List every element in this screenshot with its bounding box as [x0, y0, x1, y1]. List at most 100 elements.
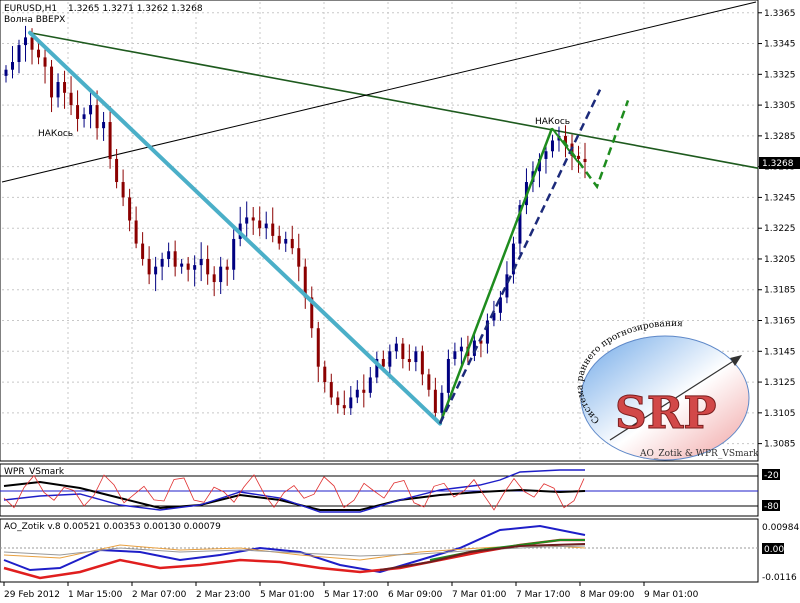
- time-tick-label: 5 Mar 17:00: [324, 590, 379, 600]
- time-tick-label: 7 Mar 17:00: [516, 590, 571, 600]
- candle-body: [180, 263, 184, 267]
- price-tick-label: 1.3085: [764, 440, 796, 450]
- price-tick-label: 1.3305: [764, 101, 796, 111]
- candle-body: [453, 351, 457, 359]
- price-tick-label: 1.3325: [764, 70, 796, 80]
- candle-body: [50, 66, 54, 98]
- candle-body: [290, 238, 294, 249]
- price-tick-label: 1.3145: [764, 347, 796, 357]
- candle-body: [368, 377, 372, 393]
- price-tick-label: 1.3245: [764, 193, 796, 203]
- candle-body: [160, 258, 164, 267]
- candle-body: [576, 155, 580, 159]
- candle-body: [420, 351, 424, 375]
- candle-body: [362, 389, 366, 393]
- candle-body: [115, 158, 119, 183]
- candle-body: [108, 122, 112, 159]
- chart-symbol: EURUSD,H1: [4, 4, 57, 14]
- logo-bottom-text: AO_Zotik & WPR_VSmark: [639, 449, 759, 459]
- candle-body: [128, 197, 132, 221]
- price-tick-label: 1.3225: [764, 224, 796, 234]
- candle-body: [24, 37, 28, 46]
- candle-body: [173, 251, 177, 267]
- time-tick-label: 29 Feb 2012: [4, 590, 60, 600]
- candle-body: [11, 62, 15, 70]
- candle-body: [134, 220, 138, 244]
- time-axis: 29 Feb 2012 1 Mar 15:00 2 Mar 07:00 2 Mar 2…: [3, 582, 699, 600]
- time-tick-label: 8 Mar 09:00: [580, 590, 635, 600]
- candle-body: [69, 92, 73, 106]
- candle-body: [401, 343, 405, 359]
- price-tick-label: 1.3125: [764, 378, 796, 388]
- wave-up-label: Волна ВВЕРХ: [4, 15, 65, 25]
- time-tick-label: 5 Mar 01:00: [260, 590, 315, 600]
- chart-window: EURUSD,H1 1.3265 1.3271 1.3262 1.3268 Во…: [0, 0, 800, 603]
- candle-body: [459, 346, 463, 352]
- candle-body: [427, 374, 431, 390]
- ao-title: AO_Zotik v.8 0.00521 0.00353 0.00130 0.0…: [4, 522, 221, 532]
- candle-body: [316, 328, 320, 367]
- candle-body: [446, 358, 450, 393]
- candle-body: [4, 69, 8, 76]
- candle-body: [212, 274, 216, 283]
- ao-level-top: 0.00984: [762, 523, 799, 533]
- candle-body: [544, 151, 548, 159]
- candle-body: [284, 238, 288, 244]
- price-tick-label: 1.3365: [764, 9, 796, 19]
- candle-body: [43, 57, 47, 67]
- price-tick-label: 1.3185: [764, 286, 796, 296]
- price-tick-label: 1.3205: [764, 255, 796, 265]
- candle-body: [17, 45, 21, 63]
- candle-body: [440, 392, 444, 413]
- time-tick-label: 7 Mar 01:00: [452, 590, 507, 600]
- candle-body: [550, 140, 554, 152]
- candle-body: [336, 397, 340, 406]
- candle-body: [407, 358, 411, 363]
- candle-body: [89, 105, 93, 115]
- candle-body: [219, 266, 223, 283]
- candle-body: [271, 223, 275, 236]
- logo-letters: SRP: [615, 388, 716, 439]
- candle-body: [251, 217, 255, 221]
- chart-canvas: EURUSD,H1 1.3265 1.3271 1.3262 1.3268 Во…: [0, 0, 800, 600]
- candle-body: [56, 82, 60, 98]
- price-tick-label: 1.3285: [764, 132, 796, 142]
- candle-body: [121, 182, 125, 198]
- candle-body: [388, 351, 392, 367]
- price-badge: 1.3268: [762, 159, 794, 169]
- candle-body: [505, 274, 509, 298]
- candle-body: [349, 397, 353, 409]
- ao-level-bottom: -0.0116: [762, 573, 797, 583]
- candle-body: [258, 220, 262, 229]
- candle-body: [141, 243, 145, 259]
- candle-body: [245, 217, 249, 224]
- wpr-lines: [0, 469, 758, 513]
- candle-body: [297, 248, 301, 267]
- price-tick-label: 1.3165: [764, 317, 796, 327]
- candle-body: [414, 351, 418, 363]
- candle-body: [37, 49, 41, 58]
- nakos-left-label: НАКось: [38, 129, 73, 139]
- wpr-level-80: -80: [764, 502, 779, 512]
- candle-body: [82, 114, 86, 119]
- candle-body: [30, 37, 34, 50]
- time-tick-label: 2 Mar 07:00: [132, 590, 187, 600]
- candle-body: [394, 343, 398, 352]
- candle-body: [583, 158, 587, 163]
- time-tick-label: 1 Mar 15:00: [68, 590, 123, 600]
- time-tick-label: 9 Mar 01:00: [644, 590, 699, 600]
- candle-body: [355, 389, 359, 398]
- candle-body: [63, 82, 67, 93]
- wpr-level-20: -20: [764, 471, 779, 481]
- candle-body: [199, 258, 203, 266]
- candle-body: [147, 258, 151, 275]
- candle-body: [433, 389, 437, 413]
- price-tick-label: 1.3105: [764, 409, 796, 419]
- candle-body: [193, 265, 197, 270]
- candle-body: [264, 223, 268, 229]
- ao-level-zero: 0.00: [764, 545, 784, 555]
- candle-body: [102, 122, 106, 129]
- candle-body: [232, 238, 236, 270]
- wpr-panel: [0, 463, 759, 517]
- candle-body: [225, 266, 229, 270]
